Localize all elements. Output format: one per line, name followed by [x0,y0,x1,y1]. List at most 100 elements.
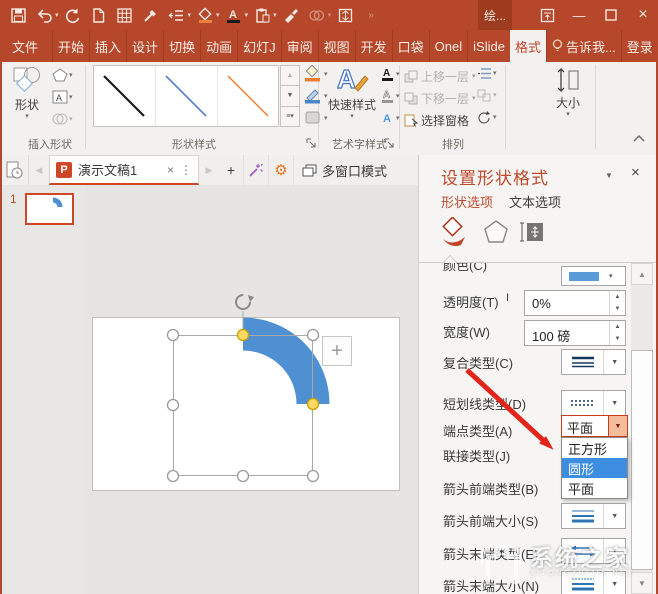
adjust-handle-arc-end[interactable] [306,397,320,411]
new-file-icon[interactable] [87,3,111,27]
new-tab-icon[interactable]: + [219,155,244,185]
tab-developer[interactable]: 开发 [354,30,392,62]
drawing-tools-context-tab[interactable]: 绘... [478,0,512,30]
shape-outline-button[interactable]: ▾ [304,86,328,106]
fill-line-icon[interactable] [439,217,469,247]
tab-animations[interactable]: 动画 [200,30,237,62]
transparency-input[interactable]: 0% ▲ ▼ [524,290,626,316]
resize-handle-bottom-right[interactable] [306,469,320,483]
minimize-icon[interactable]: — [568,4,590,26]
gallery-more-icon[interactable]: ≡▾ [280,106,300,127]
text-fill-button[interactable]: A ▾ [380,67,400,82]
collapse-ribbon-icon[interactable] [632,134,646,144]
tab-text-options[interactable]: 文本选项 [509,192,561,211]
bring-forward-button[interactable]: 上移一层 ▾ [404,66,476,86]
panel-scrollbar-thumb[interactable] [631,350,653,570]
align-dropdown-icon[interactable]: ▾ [188,11,192,19]
tab-koudai[interactable]: 口袋 [391,30,429,62]
insert-placeholder-plus-button[interactable]: + [322,336,352,366]
shapes-button[interactable]: 形状 ▾ [6,64,48,120]
panel-options-icon[interactable]: ▼ [605,171,613,180]
option-flat[interactable]: 平面 [562,478,627,498]
text-effects-button[interactable]: A ▾ [380,111,400,126]
document-tab[interactable]: P 演示文稿1 × ⋮ [49,155,199,185]
group-objects-button[interactable]: ▾ [477,89,497,102]
close-tab-icon[interactable]: × [167,163,174,177]
selection-pane-button[interactable]: 选择窗格 [404,110,469,130]
text-outline-button[interactable]: A ▾ [380,89,400,104]
merge-shapes-icon[interactable] [305,3,329,27]
spin-down-icon[interactable]: ▼ [610,333,625,345]
document-history-icon[interactable] [0,155,29,185]
align-objects-button[interactable]: ▾ [477,67,497,80]
more-commands-icon[interactable]: » [359,3,383,27]
rotate-objects-button[interactable]: ▾ [477,111,497,124]
spin-down-icon[interactable]: ▼ [610,303,625,315]
maximize-icon[interactable] [600,4,622,26]
format-painter-icon[interactable] [279,3,303,27]
slide-canvas[interactable]: + [85,185,418,594]
undo-dropdown-icon[interactable]: ▾ [55,11,59,19]
resize-handle-bottom-center[interactable] [236,469,250,483]
size-properties-icon[interactable] [519,219,545,245]
resize-handle-top-right[interactable] [306,328,320,342]
size-button[interactable]: 大小 ▾ [544,66,592,118]
tab-scroll-right-icon[interactable]: ▶ [199,155,219,185]
tab-onekey[interactable]: Onel [428,30,467,62]
fill-dropdown-icon[interactable]: ▾ [216,11,220,19]
effects-icon[interactable] [483,219,509,245]
slide-thumbnail[interactable] [25,193,74,225]
merge-dropdown-icon[interactable]: ▾ [328,11,332,19]
rotate-handle-icon[interactable] [235,294,254,310]
shape-fill-button[interactable]: ▾ [304,64,328,84]
tab-shape-options[interactable]: 形状选项 [441,192,493,211]
close-icon[interactable]: × [632,4,654,26]
magic-wand-icon[interactable] [244,155,269,185]
edit-shape-button[interactable]: ▾ [52,68,73,82]
eyedropper-icon[interactable] [139,3,163,27]
tab-format[interactable]: 格式 [509,30,546,62]
adjust-handle-arc-start[interactable] [236,328,250,342]
redo-icon[interactable] [61,3,85,27]
tab-home[interactable]: 开始 [52,30,89,62]
tab-login[interactable]: 登录 [620,30,658,62]
combo-arrow-icon[interactable]: ▼ [608,416,627,436]
line-color-button[interactable]: ▾ [561,266,626,286]
gallery-up-icon[interactable]: ▲ [280,65,300,87]
style-option-blue-line[interactable] [156,66,218,126]
end-arrow-size-dropdown[interactable]: ▼ [561,571,626,594]
tab-insert[interactable]: 插入 [89,30,126,62]
spin-up-icon[interactable]: ▲ [610,321,625,333]
tab-menu-icon[interactable]: ⋮ [180,163,192,177]
spin-up-icon[interactable]: ▲ [610,291,625,303]
style-option-orange-line[interactable] [218,66,279,126]
fill-color-icon[interactable] [193,3,217,27]
fit-to-window-icon[interactable] [333,3,357,27]
paste-icon[interactable] [250,3,274,27]
font-color-icon[interactable]: A [222,3,246,27]
tab-tell-me[interactable]: 告诉我... [545,30,621,62]
arc-shape[interactable] [242,317,330,405]
tab-scroll-left-icon[interactable]: ◀ [29,155,49,185]
begin-arrow-size-dropdown[interactable]: ▼ [561,503,626,529]
resize-handle-top-left[interactable] [166,328,180,342]
resize-handle-bottom-left[interactable] [166,469,180,483]
settings-gear-icon[interactable]: ⚙ [269,155,294,185]
tab-view[interactable]: 视图 [317,30,355,62]
dash-type-dropdown[interactable]: ▼ [561,390,626,416]
tab-review[interactable]: 审阅 [280,30,318,62]
tab-slideshow[interactable]: 幻灯J [237,30,281,62]
tab-design[interactable]: 设计 [126,30,163,62]
gallery-down-icon[interactable]: ▼ [280,86,300,107]
resize-handle-mid-left[interactable] [166,398,180,412]
panel-scroll-up-icon[interactable]: ▲ [631,263,653,285]
wordart-dialog-launcher-icon[interactable] [384,138,394,148]
width-input[interactable]: 100 磅 ▲ ▼ [524,320,626,346]
option-round[interactable]: 圆形 [562,458,627,478]
tab-file[interactable]: 文件 [0,30,52,62]
compound-type-dropdown[interactable]: ▼ [561,349,626,375]
undo-icon[interactable] [32,3,56,27]
tab-transitions[interactable]: 切换 [163,30,200,62]
ribbon-display-options-icon[interactable] [536,4,558,26]
font-color-dropdown-icon[interactable]: ▾ [245,11,249,19]
